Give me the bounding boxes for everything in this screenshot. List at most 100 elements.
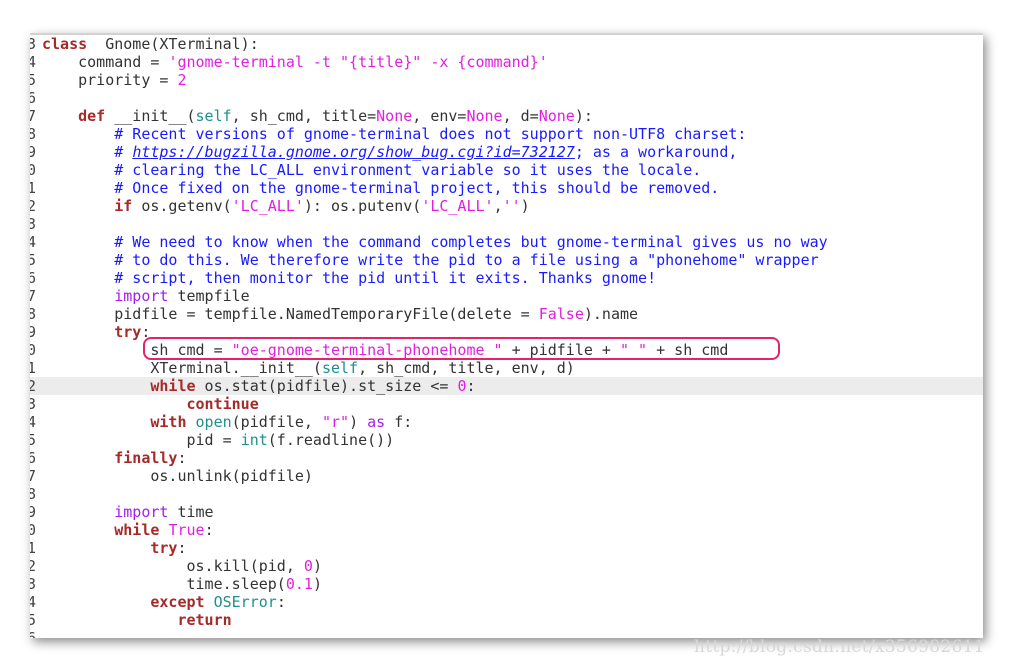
- code-line[interactable]: 5 pid = int(f.readline()): [30, 431, 983, 449]
- line-number: 8: [30, 305, 37, 323]
- line-text: os.kill(pid, 0): [42, 557, 321, 575]
- line-text: if os.getenv('LC_ALL'): os.putenv('LC_AL…: [42, 197, 529, 215]
- code-token: f:: [385, 413, 413, 431]
- code-line[interactable]: 7 def __init__(self, sh_cmd, title=None,…: [30, 107, 983, 125]
- keyword-token: def: [78, 107, 106, 125]
- code-line[interactable]: 8 # Recent versions of gnome-terminal do…: [30, 125, 983, 143]
- line-text: with open(pidfile, "r") as f:: [42, 413, 412, 431]
- line-number: 6: [30, 629, 37, 638]
- line-text: try:: [42, 539, 186, 557]
- line-number: 4: [30, 593, 37, 611]
- code-token: ): [312, 575, 322, 593]
- code-line[interactable]: 7 os.unlink(pidfile): [30, 467, 983, 485]
- code-line[interactable]: 3 time.sleep(0.1): [30, 575, 983, 593]
- line-number: 5: [30, 611, 37, 629]
- line-number: 9: [30, 503, 37, 521]
- code-line[interactable]: 2 os.kill(pid, 0): [30, 557, 983, 575]
- line-number: 4: [30, 413, 37, 431]
- line-number: 7: [30, 467, 37, 485]
- code-line[interactable]: 1 XTerminal.__init__(self, sh_cmd, title…: [30, 359, 983, 377]
- line-text: # clearing the LC_ALL environment variab…: [42, 161, 701, 179]
- line-text: class Gnome(XTerminal):: [42, 35, 259, 53]
- line-number: 9: [30, 323, 37, 341]
- code-token: pidfile = tempfile.NamedTemporaryFile(de…: [42, 305, 539, 323]
- keyword-token: if: [114, 197, 133, 215]
- code-line[interactable]: 5 return: [30, 611, 983, 629]
- code-line[interactable]: 3 class Gnome(XTerminal):: [30, 35, 983, 53]
- code-line[interactable]: 6 finally:: [30, 449, 983, 467]
- code-line[interactable]: 4 except OSError:: [30, 593, 983, 611]
- line-number: 0: [30, 521, 37, 539]
- url-link-token[interactable]: https://bugzilla.gnome.org/show_bug.cgi?…: [132, 143, 575, 161]
- code-line[interactable]: 6 # script, then monitor the pid until i…: [30, 269, 983, 287]
- code-line[interactable]: 6: [30, 89, 983, 107]
- builtin-token: OSError: [213, 593, 277, 611]
- code-line-current[interactable]: 2 while os.stat(pidfile).st_size <= 0:: [30, 377, 983, 395]
- code-line[interactable]: 3: [30, 215, 983, 233]
- code-token: (f.readline()): [267, 431, 395, 449]
- constant-token: True: [168, 521, 205, 539]
- code-line[interactable]: 9 # https://bugzilla.gnome.org/show_bug.…: [30, 143, 983, 161]
- code-token: tempfile: [168, 287, 250, 305]
- keyword-token: continue: [186, 395, 259, 413]
- code-token: :: [177, 449, 187, 467]
- code-line[interactable]: 9 import time: [30, 503, 983, 521]
- code-token: time: [168, 503, 214, 521]
- line-text: os.unlink(pidfile): [42, 467, 313, 485]
- line-text: time.sleep(0.1): [42, 575, 322, 593]
- line-number: 9: [30, 143, 37, 161]
- constant-token: 2: [177, 71, 187, 89]
- code-token: Gnome(XTerminal):: [87, 35, 259, 53]
- code-token: pid =: [42, 431, 241, 449]
- code-line[interactable]: 5 # to do this. We therefore write the p…: [30, 251, 983, 269]
- line-number: 3: [30, 35, 37, 53]
- line-number: 8: [30, 485, 37, 503]
- code-token: ).name: [583, 305, 639, 323]
- line-number: 2: [30, 197, 37, 215]
- code-token: :: [204, 521, 214, 539]
- line-number: 7: [30, 107, 37, 125]
- line-text: # https://bugzilla.gnome.org/show_bug.cg…: [42, 143, 737, 161]
- keyword-token: finally: [114, 449, 178, 467]
- code-line[interactable]: 8: [30, 485, 983, 503]
- code-line[interactable]: 4 # We need to know when the command com…: [30, 233, 983, 251]
- comment-token: # script, then monitor the pid until it …: [114, 269, 657, 287]
- code-line[interactable]: 4 with open(pidfile, "r") as f:: [30, 413, 983, 431]
- code-line[interactable]: 1 # Once fixed on the gnome-terminal pro…: [30, 179, 983, 197]
- string-literal-token: 'LC_ALL': [421, 197, 494, 215]
- line-text: import tempfile: [42, 287, 250, 305]
- code-line[interactable]: 2 if os.getenv('LC_ALL'): os.putenv('LC_…: [30, 197, 983, 215]
- comment-token: # Recent versions of gnome-terminal does…: [114, 125, 747, 143]
- line-number: 8: [30, 125, 37, 143]
- code-line[interactable]: 8 pidfile = tempfile.NamedTemporaryFile(…: [30, 305, 983, 323]
- code-line[interactable]: 0 # clearing the LC_ALL environment vari…: [30, 161, 983, 179]
- comment-token: # Once fixed on the gnome-terminal proje…: [114, 179, 720, 197]
- code-token: XTerminal.__init__(: [42, 359, 322, 377]
- line-text: # We need to know when the command compl…: [42, 233, 827, 251]
- code-token: command =: [42, 53, 169, 71]
- line-number: 0: [30, 341, 37, 359]
- code-token: , d=: [502, 107, 539, 125]
- code-line[interactable]: 4 command = 'gnome-terminal -t "{title}"…: [30, 53, 983, 71]
- comment-token: # clearing the LC_ALL environment variab…: [114, 161, 702, 179]
- code-line[interactable]: 3 continue: [30, 395, 983, 413]
- code-line[interactable]: 7 import tempfile: [30, 287, 983, 305]
- code-token: os.kill(pid,: [42, 557, 304, 575]
- code-line[interactable]: 0 while True:: [30, 521, 983, 539]
- code-token: , sh_cmd, title=: [231, 107, 377, 125]
- line-text: while os.stat(pidfile).st_size <= 0:: [42, 377, 475, 395]
- code-line[interactable]: 1 try:: [30, 539, 983, 557]
- code-token: ): os.putenv(: [303, 197, 422, 215]
- code-token: , env=: [412, 107, 467, 125]
- code-line[interactable]: 5 priority = 2: [30, 71, 983, 89]
